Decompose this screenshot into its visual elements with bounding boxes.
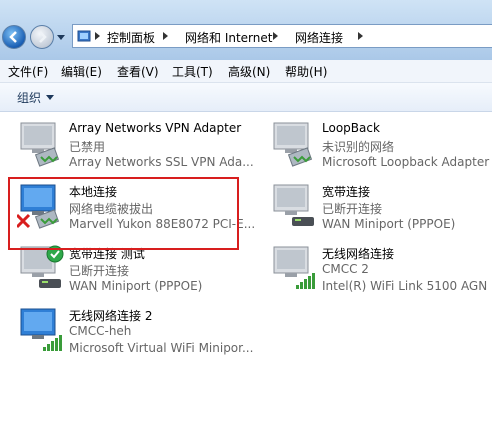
connection-name: 无线网络连接 (322, 247, 395, 261)
connection-device: WAN Miniport (PPPOE) (69, 279, 203, 293)
broadband-icon (273, 184, 314, 226)
menu-file[interactable]: 文件(F) (8, 63, 48, 80)
address-bar-area: 控制面板 网络和 Internet 网络连接 (0, 0, 492, 60)
menu-edit[interactable]: 编辑(E) (61, 63, 102, 80)
connection-item[interactable]: 宽带连接 已断开连接 WAN Miniport (PPPOE) (270, 183, 492, 243)
command-bar: 组织 (0, 83, 492, 112)
connection-item[interactable]: 无线网络连接 CMCC 2 Intel(R) WiFi Link 5100 AG… (270, 245, 492, 305)
wireless-icon (273, 246, 315, 289)
connection-device: Intel(R) WiFi Link 5100 AGN (322, 279, 488, 293)
connection-device: WAN Miniport (PPPOE) (322, 217, 456, 231)
connection-name: LoopBack (322, 121, 380, 135)
breadcrumb-network-connections[interactable]: 网络连接 (295, 29, 343, 46)
control-panel-icon (77, 30, 91, 42)
menu-view[interactable]: 查看(V) (117, 63, 159, 80)
connection-status: CMCC-heh (69, 324, 132, 338)
connection-status: 未识别的网络 (322, 140, 395, 154)
back-button[interactable] (2, 25, 26, 49)
chevron-down-icon[interactable] (46, 95, 54, 100)
connection-item[interactable]: Array Networks VPN Adapter 已禁用 Array Net… (17, 121, 257, 181)
breadcrumb-control-panel[interactable]: 控制面板 (107, 29, 155, 46)
connections-list: Array Networks VPN Adapter 已禁用 Array Net… (0, 112, 492, 423)
connection-status: 已断开连接 (69, 264, 130, 278)
network-adapter-icon (20, 122, 60, 167)
back-arrow-icon (9, 31, 17, 43)
connection-name: 无线网络连接 2 (69, 309, 153, 323)
connection-name: Array Networks VPN Adapter (69, 121, 242, 135)
forward-button[interactable] (30, 25, 54, 49)
connection-device: Microsoft Virtual WiFi Minipor... (69, 341, 254, 355)
chevron-right-icon[interactable] (163, 32, 169, 40)
chevron-right-icon[interactable] (358, 32, 364, 40)
connection-item[interactable]: 无线网络连接 2 CMCC-heh Microsoft Virtual WiFi… (17, 307, 257, 367)
menu-tools[interactable]: 工具(T) (172, 63, 213, 80)
connection-name: 宽带连接 (322, 185, 371, 199)
connection-status: CMCC 2 (322, 262, 369, 276)
network-adapter-icon (273, 122, 313, 167)
history-dropdown-icon[interactable] (57, 33, 65, 41)
forward-arrow-icon (39, 31, 47, 43)
connection-device: Array Networks SSL VPN Ada... (69, 155, 254, 169)
menu-bar: 文件(F) 编辑(E) 查看(V) 工具(T) 高级(N) 帮助(H) (0, 60, 492, 83)
connection-device: Microsoft Loopback Adapter (322, 155, 490, 169)
organize-button[interactable]: 组织 (17, 89, 41, 106)
connection-status: 已断开连接 (322, 202, 383, 216)
connection-item[interactable]: 宽带连接 测试 已断开连接 WAN Miniport (PPPOE) (17, 245, 257, 305)
connection-status: 已禁用 (69, 140, 106, 154)
breadcrumb-network-internet[interactable]: 网络和 Internet (185, 29, 272, 46)
chevron-right-icon[interactable] (95, 32, 101, 40)
broadband-default-icon (20, 245, 64, 288)
highlight-box (8, 177, 239, 250)
menu-help[interactable]: 帮助(H) (285, 63, 327, 80)
connection-item[interactable]: LoopBack 未识别的网络 Microsoft Loopback Adapt… (270, 121, 492, 181)
address-field[interactable]: 控制面板 网络和 Internet 网络连接 (72, 24, 492, 48)
chevron-right-icon[interactable] (273, 32, 279, 40)
menu-advanced[interactable]: 高级(N) (228, 63, 270, 80)
wireless-icon (20, 308, 62, 351)
